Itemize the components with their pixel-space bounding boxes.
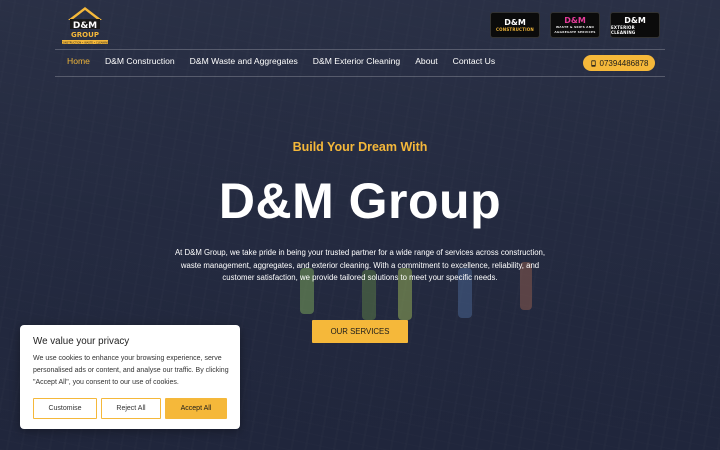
- dm-waste-aggregates-logo-icon[interactable]: D&M WASTE & SKIPS AND AGGREGATE SERVICES: [550, 12, 600, 38]
- site-logo[interactable]: D&M GROUP CONSTRUCTION • WASTE • CLEANIN…: [60, 4, 110, 46]
- nav-contact-us[interactable]: Contact Us: [453, 56, 496, 66]
- dm-group-logo-icon: D&M GROUP CONSTRUCTION • WASTE • CLEANIN…: [61, 7, 109, 45]
- nav-divider-bottom: [55, 76, 665, 77]
- customise-button[interactable]: Customise: [33, 398, 97, 419]
- cookie-title: We value your privacy: [33, 336, 130, 347]
- hero-headline: D&M Group: [218, 173, 502, 229]
- nav-home[interactable]: Home: [67, 56, 90, 66]
- phone-button[interactable]: 07394486878: [583, 55, 655, 71]
- brand-subtitle: EXTERIOR CLEANING: [611, 24, 636, 35]
- brand-name: D&M: [564, 15, 586, 25]
- nav-dm-waste-aggregates[interactable]: D&M Waste and Aggregates: [190, 56, 298, 66]
- phone-icon: [590, 59, 596, 67]
- cookie-text: We use cookies to enhance your browsing …: [33, 355, 229, 386]
- brand-name: D&M: [624, 15, 646, 25]
- svg-text:CONSTRUCTION • WASTE • CLEANIN: CONSTRUCTION • WASTE • CLEANING: [61, 41, 109, 45]
- accept-all-button[interactable]: Accept All: [165, 398, 227, 419]
- hero-tagline: Build Your Dream With: [292, 140, 428, 154]
- our-services-button[interactable]: OUR SERVICES: [312, 320, 408, 343]
- main-nav: Home D&M Construction D&M Waste and Aggr…: [67, 56, 495, 66]
- nav-dm-construction[interactable]: D&M Construction: [105, 56, 175, 66]
- hero-intro: At D&M Group, we take pride in being you…: [174, 248, 546, 282]
- svg-text:D&M: D&M: [73, 21, 97, 31]
- dm-construction-logo-icon[interactable]: D&M CONSTRUCTION: [490, 12, 540, 38]
- reject-all-button[interactable]: Reject All: [101, 398, 161, 419]
- dm-exterior-cleaning-logo-icon[interactable]: D&M EXTERIOR CLEANING: [610, 12, 660, 38]
- nav-dm-exterior-cleaning[interactable]: D&M Exterior Cleaning: [313, 56, 400, 66]
- nav-divider-top: [55, 49, 665, 50]
- cookie-consent-banner: We value your privacy We use cookies to …: [20, 325, 240, 429]
- svg-text:GROUP: GROUP: [71, 31, 99, 39]
- phone-number: 07394486878: [599, 58, 649, 68]
- nav-about[interactable]: About: [415, 56, 437, 66]
- brand-subtitle: CONSTRUCTION: [496, 27, 534, 32]
- brand-badges: D&M CONSTRUCTION D&M WASTE & SKIPS AND A…: [490, 12, 660, 38]
- brand-subtitle: WASTE & SKIPS AND AGGREGATE SERVICES: [554, 24, 596, 34]
- brand-name: D&M: [504, 18, 526, 27]
